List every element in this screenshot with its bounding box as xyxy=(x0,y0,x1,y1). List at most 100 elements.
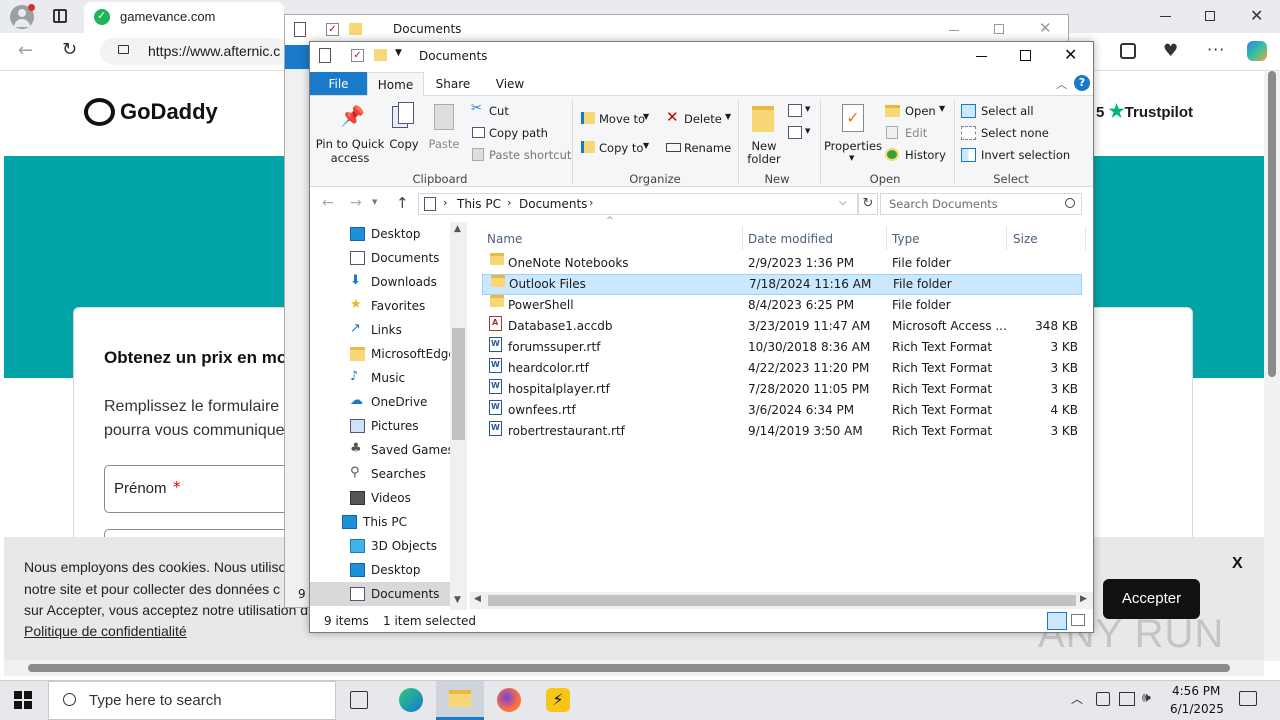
file-row[interactable]: heardcolor.rtf 4/22/2023 11:20 PM Rich Tex… xyxy=(482,358,1082,379)
paste-shortcut-button[interactable]: Paste shortcut xyxy=(471,147,571,163)
volume-icon[interactable]: 🕪 xyxy=(1142,690,1151,706)
scroll-left-icon[interactable]: ◀ xyxy=(474,594,481,604)
browser-tab[interactable]: ✓ gamevance.com xyxy=(84,2,284,33)
pin-quick-access-button[interactable]: 📌 Pin to Quick access xyxy=(314,100,386,166)
open-button[interactable]: Open ▼ xyxy=(885,103,951,119)
tab-view[interactable]: View xyxy=(485,72,535,96)
nav-pane-scrollbar[interactable]: ▲ ▼ xyxy=(450,222,467,610)
cut-button[interactable]: ✂ Cut xyxy=(471,101,531,119)
breadcrumb-documents[interactable]: Documents xyxy=(519,197,587,211)
scroll-down-icon[interactable]: ▼ xyxy=(454,595,461,605)
file-row[interactable]: hospitalplayer.rtf 7/28/2020 11:05 PM Rich… xyxy=(482,379,1082,400)
file-row[interactable]: Outlook Files 7/18/2024 11:16 AM File fold… xyxy=(482,274,1082,295)
wifi-icon[interactable] xyxy=(1119,692,1135,706)
copy-path-button[interactable]: Copy path xyxy=(471,125,561,141)
paste-button[interactable]: Paste xyxy=(427,100,461,160)
file-row[interactable]: ownfees.rtf 3/6/2024 6:34 PM Rich Text For… xyxy=(482,400,1082,421)
notifications-icon[interactable] xyxy=(1239,691,1257,706)
properties-button[interactable]: ✓ Properties ▼ xyxy=(824,100,882,166)
back-maximize-icon[interactable] xyxy=(994,24,1004,34)
collections-icon[interactable] xyxy=(1120,43,1136,59)
column-header-type[interactable]: Type xyxy=(892,228,1002,250)
cookie-close-button[interactable]: X xyxy=(1232,555,1243,573)
qat-dropdown-icon[interactable]: ▼ xyxy=(395,48,402,58)
new-item-icon[interactable] xyxy=(788,104,802,117)
move-to-button[interactable]: Move to ▼ xyxy=(580,110,660,128)
file-list-scroll-thumb[interactable] xyxy=(488,595,1076,606)
rename-button[interactable]: Rename xyxy=(665,139,735,157)
copilot-icon[interactable] xyxy=(1247,41,1267,61)
history-button[interactable]: History xyxy=(885,147,951,163)
clock-time[interactable]: 4:56 PM xyxy=(1172,684,1220,698)
firefox-taskbar-icon[interactable] xyxy=(497,688,521,712)
new-folder-button[interactable]: New folder xyxy=(744,100,784,166)
edge-taskbar-icon[interactable] xyxy=(399,688,423,712)
address-bar[interactable]: https://www.afternic.c xyxy=(100,38,290,65)
copy-button[interactable]: Copy xyxy=(387,100,421,160)
network-icon[interactable] xyxy=(1096,692,1110,706)
maximize-icon[interactable] xyxy=(1020,50,1031,61)
select-none-button[interactable]: Select none xyxy=(961,125,1071,141)
scroll-right-icon[interactable]: ▶ xyxy=(1080,594,1087,604)
close-icon[interactable]: ✕ xyxy=(1064,45,1077,64)
large-icons-view-icon[interactable] xyxy=(1071,614,1085,626)
task-view-icon[interactable] xyxy=(350,691,368,709)
file-row[interactable]: robertrestaurant.rtf 9/14/2019 3:50 AM Ric… xyxy=(482,421,1082,442)
easy-access-icon[interactable] xyxy=(788,126,802,139)
file-row[interactable]: OneNote Notebooks 2/9/2023 1:36 PM File fo… xyxy=(482,253,1082,274)
browser-essentials-icon[interactable]: ♥ xyxy=(1163,41,1178,61)
easy-access-dropdown-icon[interactable]: ▼ xyxy=(805,127,810,135)
profile-icon[interactable] xyxy=(10,4,35,29)
up-icon[interactable]: ↑ xyxy=(396,194,409,212)
scroll-up-icon[interactable]: ▲ xyxy=(454,224,461,234)
file-list-horizontal-scrollbar[interactable]: ◀ ▶ xyxy=(470,592,1093,609)
file-row[interactable]: forumssuper.rtf 10/30/2018 8:36 AM Rich Te… xyxy=(482,337,1082,358)
tab-file[interactable]: File xyxy=(310,72,367,96)
file-row[interactable]: PowerShell 8/4/2023 6:25 PM File folder xyxy=(482,295,1082,316)
refresh-icon[interactable]: ↻ xyxy=(858,193,878,215)
address-bar[interactable]: › This PC › Documents › ⌵ xyxy=(418,193,858,215)
help-icon[interactable]: ? xyxy=(1074,75,1090,91)
select-all-button[interactable]: Select all xyxy=(961,103,1071,119)
address-dropdown-icon[interactable]: ⌵ xyxy=(839,197,847,208)
explorer-taskbar-icon[interactable] xyxy=(436,681,484,720)
firstname-field[interactable]: Prénom * xyxy=(104,465,304,513)
trustpilot-badge[interactable]: 5 ★Trustpilot xyxy=(1096,101,1193,122)
collapse-ribbon-icon[interactable]: ︿ xyxy=(1056,76,1067,92)
nav-forward-icon[interactable]: → xyxy=(350,195,362,211)
minimize-icon[interactable] xyxy=(976,56,987,57)
taskbar-search-box[interactable]: Type here to search xyxy=(48,681,336,720)
back-icon[interactable]: ← xyxy=(18,40,33,61)
recent-locations-icon[interactable]: ▼ xyxy=(372,198,377,206)
column-header-name[interactable]: Name xyxy=(487,228,742,250)
back-minimize-icon[interactable] xyxy=(949,30,959,31)
new-folder-qat-icon[interactable] xyxy=(374,49,387,61)
page-vertical-scrollbar[interactable] xyxy=(1264,71,1280,661)
new-item-dropdown-icon[interactable]: ▼ xyxy=(805,105,810,113)
privacy-policy-link[interactable]: Politique de confidentialité xyxy=(24,623,187,639)
explorer-window[interactable]: ✓ ▼ Documents ✕ File Home Share View ︿ ?… xyxy=(309,41,1094,633)
tab-home[interactable]: Home xyxy=(367,72,424,96)
search-box[interactable]: Search Documents xyxy=(880,193,1082,215)
properties-qat-icon[interactable] xyxy=(319,48,331,63)
tab-share[interactable]: Share xyxy=(427,72,479,96)
details-view-icon[interactable] xyxy=(1047,612,1067,630)
refresh-icon[interactable]: ↻ xyxy=(62,39,77,60)
more-options-icon[interactable]: ··· xyxy=(1207,40,1225,59)
page-horizontal-scrollbar[interactable] xyxy=(4,660,1264,676)
back-file-tab[interactable] xyxy=(285,45,310,69)
browser-minimize-icon[interactable] xyxy=(1160,16,1171,17)
tab-actions-icon[interactable] xyxy=(53,9,67,23)
nav-back-icon[interactable]: ← xyxy=(322,195,334,211)
column-header-date[interactable]: Date modified xyxy=(748,228,883,250)
file-row[interactable]: Database1.accdb 3/23/2019 11:47 AM Microso… xyxy=(482,316,1082,337)
delete-button[interactable]: ✕ Delete ▼ xyxy=(665,108,735,128)
app-taskbar-icon[interactable]: ⚡ xyxy=(546,688,570,712)
edit-button[interactable]: Edit xyxy=(885,125,951,141)
clock-date[interactable]: 6/1/2025 xyxy=(1170,702,1224,716)
nav-item[interactable]: Documents xyxy=(310,582,450,606)
copy-to-button[interactable]: Copy to ▼ xyxy=(580,139,660,157)
invert-selection-button[interactable]: Invert selection xyxy=(961,147,1081,163)
checkmark-qat-icon[interactable]: ✓ xyxy=(351,49,364,62)
show-hidden-icons-icon[interactable]: ︿ xyxy=(1071,690,1083,707)
